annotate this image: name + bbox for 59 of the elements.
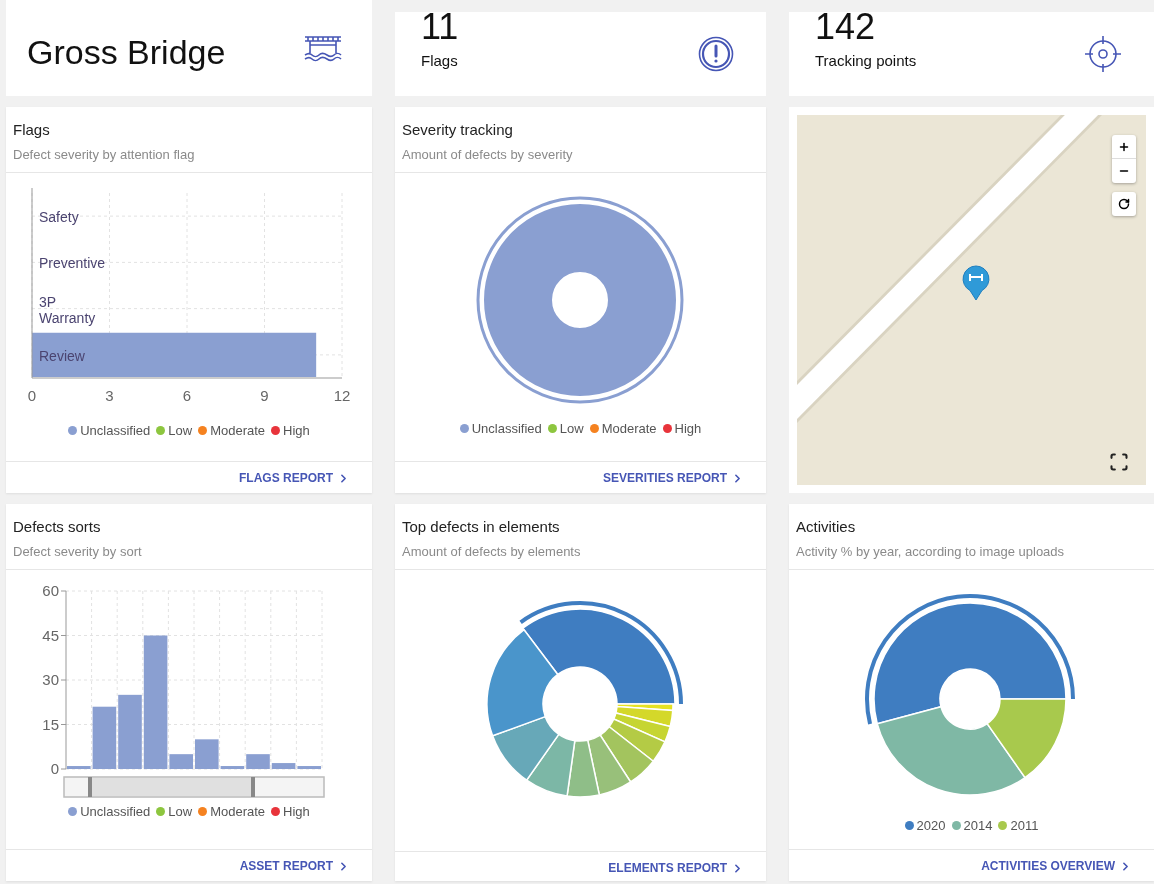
tick-label: 30 xyxy=(42,671,59,688)
crosshair-icon xyxy=(1084,35,1122,73)
card-subtitle: Activity % by year, according to image uploads xyxy=(796,544,1066,560)
fullscreen-button[interactable] xyxy=(1108,451,1130,473)
stat-label: Tracking points xyxy=(815,51,917,71)
range-slider[interactable] xyxy=(63,776,325,798)
legend-label: High xyxy=(283,803,310,821)
map-pin-icon[interactable] xyxy=(962,265,990,301)
card-title: Top defects in elements xyxy=(402,518,561,536)
legend-label: Low xyxy=(559,420,584,438)
fullscreen-icon xyxy=(1109,452,1129,472)
tick-label: 60 xyxy=(42,582,59,599)
card-subtitle: Amount of defects by elements xyxy=(402,544,582,560)
legend-label: Moderate xyxy=(601,420,657,438)
legend-label: 2020 xyxy=(916,817,946,835)
legend-label: 2014 xyxy=(963,817,993,835)
alert-icon xyxy=(698,36,734,72)
card-subtitle: Defect severity by attention flag xyxy=(13,147,196,163)
stat-value: 142 xyxy=(815,12,877,42)
report-link[interactable]: FLAGS REPORT xyxy=(239,469,350,487)
legend-label: High xyxy=(283,422,310,440)
legend-label: Unclassified xyxy=(80,803,151,821)
legend-label: Low xyxy=(168,422,193,440)
category-label: Preventive xyxy=(39,255,106,272)
legend-label: Moderate xyxy=(210,803,266,821)
card-title: Defects sorts xyxy=(13,518,102,536)
report-link[interactable]: SEVERITIES REPORT xyxy=(602,469,744,487)
bridge-icon xyxy=(304,34,342,62)
stat-value: 11 xyxy=(421,12,459,42)
report-link[interactable]: ACTIVITIES OVERVIEW xyxy=(981,857,1132,875)
stat-label: Flags xyxy=(421,51,459,71)
tick-label: 15 xyxy=(42,715,59,733)
bridge-name: Gross Bridge xyxy=(27,31,226,73)
category-label: Review xyxy=(39,347,85,364)
tick-label: 0 xyxy=(50,760,59,777)
legend-label: 2011 xyxy=(1010,817,1039,835)
card-title: Severity tracking xyxy=(402,121,514,139)
tick-label: 6 xyxy=(182,387,192,404)
rotate-icon xyxy=(1118,198,1130,210)
report-link[interactable]: ELEMENTS REPORT xyxy=(608,859,744,877)
card-title: Activities xyxy=(796,518,857,536)
legend-label: High xyxy=(674,420,702,438)
card-title: Flags xyxy=(13,121,51,139)
legend-label: Unclassified xyxy=(471,420,542,438)
legend-label: Low xyxy=(168,803,193,821)
tick-label: 0 xyxy=(27,387,37,404)
report-link[interactable]: ASSET REPORT xyxy=(239,857,350,875)
card-subtitle: Defect severity by sort xyxy=(13,544,143,560)
tick-label: 12 xyxy=(333,387,351,404)
legend-label: Moderate xyxy=(210,422,266,440)
legend-label: Unclassified xyxy=(80,422,151,440)
tick-label: 9 xyxy=(260,387,269,404)
category-label: 3P Warranty xyxy=(39,293,97,326)
tick-label: 3 xyxy=(105,387,114,404)
card-subtitle: Amount of defects by severity xyxy=(402,147,574,163)
tick-label: 45 xyxy=(42,626,59,644)
reset-button[interactable] xyxy=(1112,192,1136,216)
zoom-in-icon xyxy=(1118,140,1130,153)
category-label: Safety xyxy=(39,209,79,226)
